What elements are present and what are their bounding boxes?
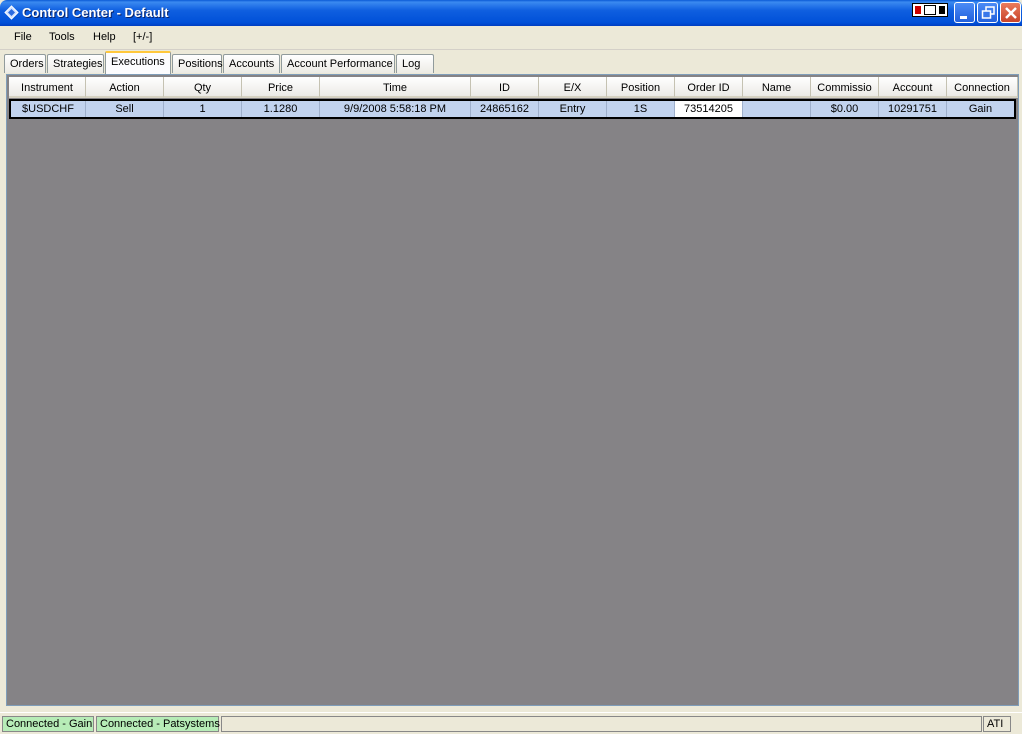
column-header-entry-exit[interactable]: E/X: [539, 77, 607, 98]
menu-tools[interactable]: Tools: [49, 31, 75, 43]
column-header-price[interactable]: Price: [242, 77, 320, 98]
column-header-action[interactable]: Action: [86, 77, 164, 98]
status-ati: ATI: [983, 716, 1011, 732]
cell-account: 10291751: [879, 101, 947, 117]
cell-id: 24865162: [471, 101, 539, 117]
table-row[interactable]: $USDCHF Sell 1 1.1280 9/9/2008 5:58:18 P…: [9, 99, 1016, 119]
column-header-instrument[interactable]: Instrument: [9, 77, 86, 98]
status-connection-patsystems: Connected - Patsystems: [96, 716, 220, 732]
minimize-icon: [960, 16, 967, 19]
tab-account-performance[interactable]: Account Performance: [281, 54, 395, 73]
cell-price: 1.1280: [242, 101, 320, 117]
window-title: Control Center - Default: [22, 5, 169, 20]
tab-accounts[interactable]: Accounts: [223, 54, 280, 73]
cell-connection: Gain: [968, 103, 993, 115]
column-header-name[interactable]: Name: [743, 77, 811, 98]
tab-positions[interactable]: Positions: [172, 54, 223, 73]
cell-action: Sell: [86, 101, 164, 117]
column-header-order-id[interactable]: Order ID: [675, 77, 743, 98]
toolbar-layout-icon[interactable]: [912, 3, 948, 17]
column-header-connection[interactable]: Connection: [947, 77, 1018, 98]
menu-file[interactable]: File: [14, 31, 32, 43]
executions-grid[interactable]: Instrument Action Qty Price Time ID E/X …: [6, 74, 1019, 706]
column-header-qty[interactable]: Qty: [164, 77, 242, 98]
cell-commission: $0.00: [811, 101, 879, 117]
menu-bar: File Tools Help [+/-]: [0, 26, 1022, 50]
cell-qty: 1: [164, 101, 242, 117]
column-header-commission[interactable]: Commissio: [811, 77, 879, 98]
status-connection-gain: Connected - Gain: [2, 716, 94, 732]
restore-icon: [981, 6, 995, 19]
tab-strategies[interactable]: Strategies: [47, 54, 104, 73]
menu-help[interactable]: Help: [93, 31, 116, 43]
column-header-account[interactable]: Account: [879, 77, 947, 98]
restore-button[interactable]: [977, 2, 998, 23]
cell-position: 1S: [607, 101, 675, 117]
cell-order-id[interactable]: 73514205: [675, 101, 743, 117]
menu-expand-toggle[interactable]: [+/-]: [133, 31, 152, 43]
column-header-position[interactable]: Position: [607, 77, 675, 98]
cell-instrument: $USDCHF: [11, 101, 86, 117]
status-bar: Connected - Gain Connected - Patsystems …: [0, 712, 1022, 734]
close-icon: [1005, 7, 1017, 19]
app-diamond-icon: [4, 5, 19, 20]
column-header-id[interactable]: ID: [471, 77, 539, 98]
close-button[interactable]: [1000, 2, 1021, 23]
tab-log[interactable]: Log: [396, 54, 434, 73]
tab-strip: Orders Strategies Executions Positions A…: [0, 50, 1022, 74]
minimize-button[interactable]: [954, 2, 975, 23]
cell-name: [743, 101, 811, 117]
cell-time: 9/9/2008 5:58:18 PM: [320, 101, 471, 117]
cell-entry-exit: Entry: [539, 101, 607, 117]
tab-orders[interactable]: Orders: [4, 54, 46, 73]
tab-executions[interactable]: Executions: [105, 51, 171, 74]
column-header-time[interactable]: Time: [320, 77, 471, 98]
status-message: [221, 716, 982, 732]
title-bar[interactable]: Control Center - Default: [0, 0, 1022, 26]
